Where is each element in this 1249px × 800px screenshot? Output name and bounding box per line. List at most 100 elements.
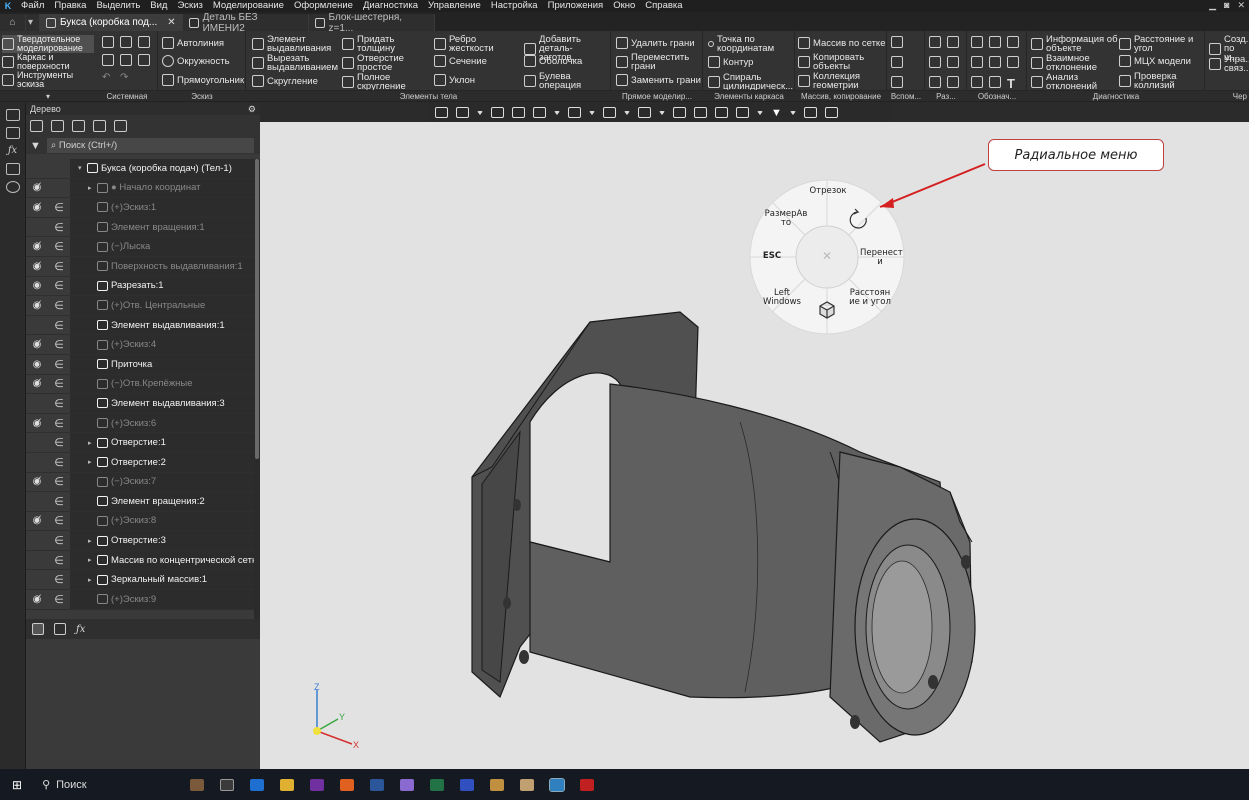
tab-doc-3[interactable]: Блок-шестерня, z=1...	[308, 12, 435, 34]
orientation-icon[interactable]	[435, 107, 448, 118]
new-doc-icon[interactable]	[102, 36, 114, 48]
taskbar-app-icon[interactable]	[190, 778, 205, 791]
view-orient-icon[interactable]	[533, 107, 546, 118]
tree-row[interactable]: ∈ ▸ Отверстие:1	[26, 433, 254, 453]
visibility-eye-icon[interactable]: ◉̸	[26, 202, 48, 213]
mode-surfaces[interactable]: Каркас и поверхности	[2, 53, 94, 71]
tree-node[interactable]: (+)Эскиз:9	[70, 590, 254, 609]
include-toggle-icon[interactable]: ∈	[48, 593, 70, 606]
group-label[interactable]: Массив, копирование	[795, 90, 887, 101]
pdf-icon[interactable]	[580, 778, 595, 791]
chevron-down-icon[interactable]	[589, 110, 595, 115]
visibility-eye-icon[interactable]: ◉̸	[26, 476, 48, 487]
dimension-icon[interactable]	[971, 36, 983, 48]
cut-extrude-button[interactable]: Вырезать выдавливанием	[252, 54, 339, 72]
visibility-eye-icon[interactable]: ◉̸	[26, 515, 48, 526]
menu-item[interactable]: Выделить	[91, 0, 145, 12]
save-icon[interactable]	[138, 36, 150, 48]
split-icon[interactable]	[929, 36, 941, 48]
tree-node[interactable]: Элемент вращения:2	[70, 492, 254, 511]
circle-button[interactable]: Окружность	[162, 55, 230, 67]
tree-row[interactable]: ◉̸ ∈ (+)Отв. Центральные	[26, 296, 254, 316]
menu-item[interactable]: Моделирование	[208, 0, 289, 12]
tree-panel-icon[interactable]	[5, 109, 20, 121]
tree-row[interactable]: ◉̸ ∈ (+)Эскиз:8	[26, 511, 254, 532]
excel-icon[interactable]	[430, 778, 445, 791]
include-toggle-icon[interactable]: ∈	[48, 514, 70, 527]
menu-item[interactable]: Приложения	[543, 0, 609, 12]
tree-row[interactable]: ◉̸ ∈ (−)Эскиз:7	[26, 472, 254, 493]
3d-viewport[interactable]: ✕ Z Y X Отрезок Перенест и Расстоян ие и…	[260, 122, 1249, 769]
taskbar-app-icon[interactable]	[400, 778, 415, 791]
chevron-down-icon[interactable]	[659, 110, 665, 115]
visibility-eye-icon[interactable]: ◉̸	[26, 182, 48, 193]
include-toggle-icon[interactable]: ∈	[48, 573, 70, 586]
tree-node[interactable]: ▸ Отверстие:1	[70, 433, 254, 452]
tree-node[interactable]: (+)Отв. Центральные	[70, 296, 254, 315]
radial-item-move[interactable]: Перенест и	[860, 249, 903, 267]
redo-icon[interactable]: ↷	[120, 72, 134, 83]
visibility-eye-icon[interactable]: ◉̸	[26, 418, 48, 429]
tree-row[interactable]: ∈ Элемент выдавливания:3	[26, 394, 254, 414]
include-toggle-icon[interactable]: ∈	[48, 201, 70, 214]
move-faces-button[interactable]: Переместить грани	[616, 53, 689, 71]
group-label[interactable]: Обознач...	[967, 90, 1027, 101]
tree-row[interactable]: ∈ ▸ Отверстие:2	[26, 452, 254, 473]
chevron-down-icon[interactable]	[554, 110, 560, 115]
tree-node[interactable]: ▾ Букса (коробка подач) (Тел-1)	[70, 159, 254, 178]
pencil-icon[interactable]	[824, 107, 838, 118]
measure-icon[interactable]	[715, 107, 728, 118]
tree-row[interactable]: ∈ Элемент выдавливания:1	[26, 315, 254, 336]
tree-node[interactable]: (+)Эскиз:1	[70, 198, 254, 217]
contour-button[interactable]: Контур	[708, 56, 753, 68]
tree-node[interactable]: (+)Эскиз:4	[70, 335, 254, 354]
tree-node[interactable]: (−)Эскиз:7	[70, 472, 254, 492]
properties-panel-icon[interactable]	[5, 127, 20, 139]
filter-icon[interactable]: ▼	[771, 107, 782, 119]
visibility-eye-icon[interactable]: ◉̸	[26, 594, 48, 605]
radial-close-icon[interactable]: ✕	[822, 249, 832, 263]
visibility-eye-icon[interactable]: ◉̸	[26, 241, 48, 252]
menu-item[interactable]: Управление	[423, 0, 486, 12]
chevron-down-icon[interactable]	[789, 110, 796, 115]
visibility-eye-icon[interactable]: ◉	[26, 359, 48, 370]
expand-arrow-icon[interactable]: ▾	[78, 164, 84, 172]
replace-faces-button[interactable]: Заменить грани	[616, 74, 701, 86]
mutual-deviation-button[interactable]: Взаимное отклонение	[1031, 54, 1104, 72]
radial-item-segment[interactable]: Отрезок	[808, 187, 848, 196]
group-label[interactable]: Прямое моделир...	[611, 90, 703, 101]
full-fillet-button[interactable]: Полное скругление	[342, 73, 411, 91]
kompas-app-icon[interactable]	[549, 777, 566, 792]
zoom-icon[interactable]	[456, 107, 469, 118]
print-icon[interactable]	[102, 54, 114, 66]
include-toggle-icon[interactable]: ∈	[48, 221, 70, 234]
tree-view-icon[interactable]	[72, 120, 85, 132]
open-icon[interactable]	[120, 36, 132, 48]
mode-solid[interactable]: Твердотельное моделирование	[2, 35, 94, 53]
minimize-icon[interactable]: ▁	[1209, 0, 1216, 11]
group-label[interactable]: Вспом...	[887, 90, 925, 101]
taskbar-app-icon[interactable]	[490, 778, 505, 791]
menu-item[interactable]: Оформление	[289, 0, 358, 12]
rib-button[interactable]: Ребро жесткости	[434, 35, 501, 53]
tree-node[interactable]: Элемент выдавливания:1	[70, 315, 254, 335]
mass-properties-button[interactable]: МЦХ модели	[1119, 55, 1191, 67]
include-toggle-icon[interactable]: ∈	[48, 495, 70, 508]
deviation-analysis-button[interactable]: Анализ отклонений	[1031, 73, 1104, 91]
radial-item-auto-dimension[interactable]: РазмерАв то	[762, 210, 810, 228]
display-style-icon[interactable]	[568, 107, 581, 118]
split-line-icon[interactable]	[947, 36, 959, 48]
expand-arrow-icon[interactable]: ▸	[88, 439, 94, 447]
settings-gear-icon[interactable]: ⚙	[248, 104, 256, 115]
undo-icon[interactable]: ↶	[102, 72, 116, 83]
tree-row[interactable]: ◉̸ ∈ (+)Эскиз:9	[26, 590, 254, 610]
draft-button[interactable]: Уклон	[434, 74, 475, 86]
tree-node[interactable]: Разрезать:1	[70, 276, 254, 296]
taskbar-app-icon[interactable]	[250, 778, 265, 791]
group-label[interactable]: Эскиз	[158, 90, 246, 101]
tree-row[interactable]: ∈ ▸ Массив по концентрической сетке:	[26, 550, 254, 571]
home-tab[interactable]: ⌂	[0, 14, 26, 31]
tree-row[interactable]: ◉̸ ∈ (+)Эскиз:1	[26, 198, 254, 218]
grid-array-button[interactable]: Массив по сетке	[798, 37, 885, 49]
tree-row[interactable]: ◉̸ ▸ ● Начало координат	[26, 178, 254, 199]
